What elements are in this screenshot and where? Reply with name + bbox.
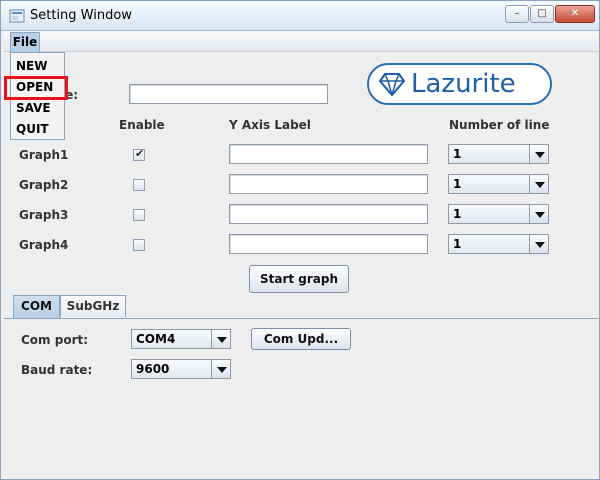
graph3-label: Graph3 — [19, 208, 69, 222]
settings-tabs: COM SubGHz — [4, 295, 598, 319]
graph1-lines-value: 1 — [453, 147, 462, 161]
chevron-down-icon[interactable] — [529, 145, 548, 163]
menu-item-save[interactable]: SAVE — [16, 101, 51, 115]
header-number-of-line: Number of line — [449, 118, 550, 132]
graph4-label: Graph4 — [19, 238, 69, 252]
lazurite-logo: Lazurite — [367, 63, 552, 105]
chevron-down-icon[interactable] — [529, 235, 548, 253]
menu-bar: File — [4, 31, 598, 52]
setting-window: Setting Window – □ ✕ File NEW OPEN SAVE … — [0, 0, 600, 480]
tab-com[interactable]: COM — [13, 295, 60, 318]
graph2-enable-checkbox[interactable] — [133, 179, 145, 191]
graph3-lines-value: 1 — [453, 207, 462, 221]
header-enable: Enable — [119, 118, 165, 132]
close-button[interactable]: ✕ — [555, 5, 595, 23]
graph-title-input[interactable] — [129, 84, 328, 104]
chevron-down-icon[interactable] — [211, 360, 230, 378]
highlight-box — [4, 76, 68, 100]
com-port-value: COM4 — [136, 332, 176, 346]
graph2-label: Graph2 — [19, 178, 69, 192]
menu-file[interactable]: File — [10, 32, 40, 52]
java-app-icon — [9, 9, 25, 23]
baud-rate-select[interactable]: 9600 — [131, 359, 231, 379]
graph3-y-axis-input[interactable] — [229, 204, 428, 224]
baud-rate-label: Baud rate: — [21, 363, 93, 377]
diamond-icon — [379, 73, 405, 96]
chevron-down-icon[interactable] — [529, 205, 548, 223]
window-title: Setting Window — [30, 8, 132, 23]
graph3-lines-select[interactable]: 1 — [448, 204, 549, 224]
title-bar[interactable]: Setting Window – □ ✕ — [1, 1, 599, 31]
header-y-axis-label: Y Axis Label — [229, 118, 311, 132]
maximize-button[interactable]: □ — [530, 5, 554, 23]
logo-text: Lazurite — [411, 69, 516, 99]
com-port-label: Com port: — [21, 333, 89, 347]
graph3-enable-checkbox[interactable] — [133, 209, 145, 221]
checkmark-icon: ✔ — [135, 147, 145, 160]
graph4-lines-value: 1 — [453, 237, 462, 251]
graph2-lines-value: 1 — [453, 177, 462, 191]
chevron-down-icon[interactable] — [211, 330, 230, 348]
com-update-button[interactable]: Com Upd... — [251, 328, 351, 350]
menu-item-new[interactable]: NEW — [16, 59, 47, 73]
graph1-label: Graph1 — [19, 148, 69, 162]
graph4-lines-select[interactable]: 1 — [448, 234, 549, 254]
graph2-lines-select[interactable]: 1 — [448, 174, 549, 194]
baud-rate-value: 9600 — [136, 362, 170, 376]
menu-item-quit[interactable]: QUIT — [16, 122, 49, 136]
minimize-button[interactable]: – — [505, 5, 529, 23]
com-port-select[interactable]: COM4 — [131, 329, 231, 349]
start-graph-button[interactable]: Start graph — [249, 265, 349, 293]
graph2-y-axis-input[interactable] — [229, 174, 428, 194]
graph1-y-axis-input[interactable] — [229, 144, 428, 164]
graph4-y-axis-input[interactable] — [229, 234, 428, 254]
graph1-lines-select[interactable]: 1 — [448, 144, 549, 164]
graph4-enable-checkbox[interactable] — [133, 239, 145, 251]
tab-subghz[interactable]: SubGHz — [60, 295, 126, 317]
graph1-enable-checkbox[interactable]: ✔ — [133, 147, 145, 161]
chevron-down-icon[interactable] — [529, 175, 548, 193]
